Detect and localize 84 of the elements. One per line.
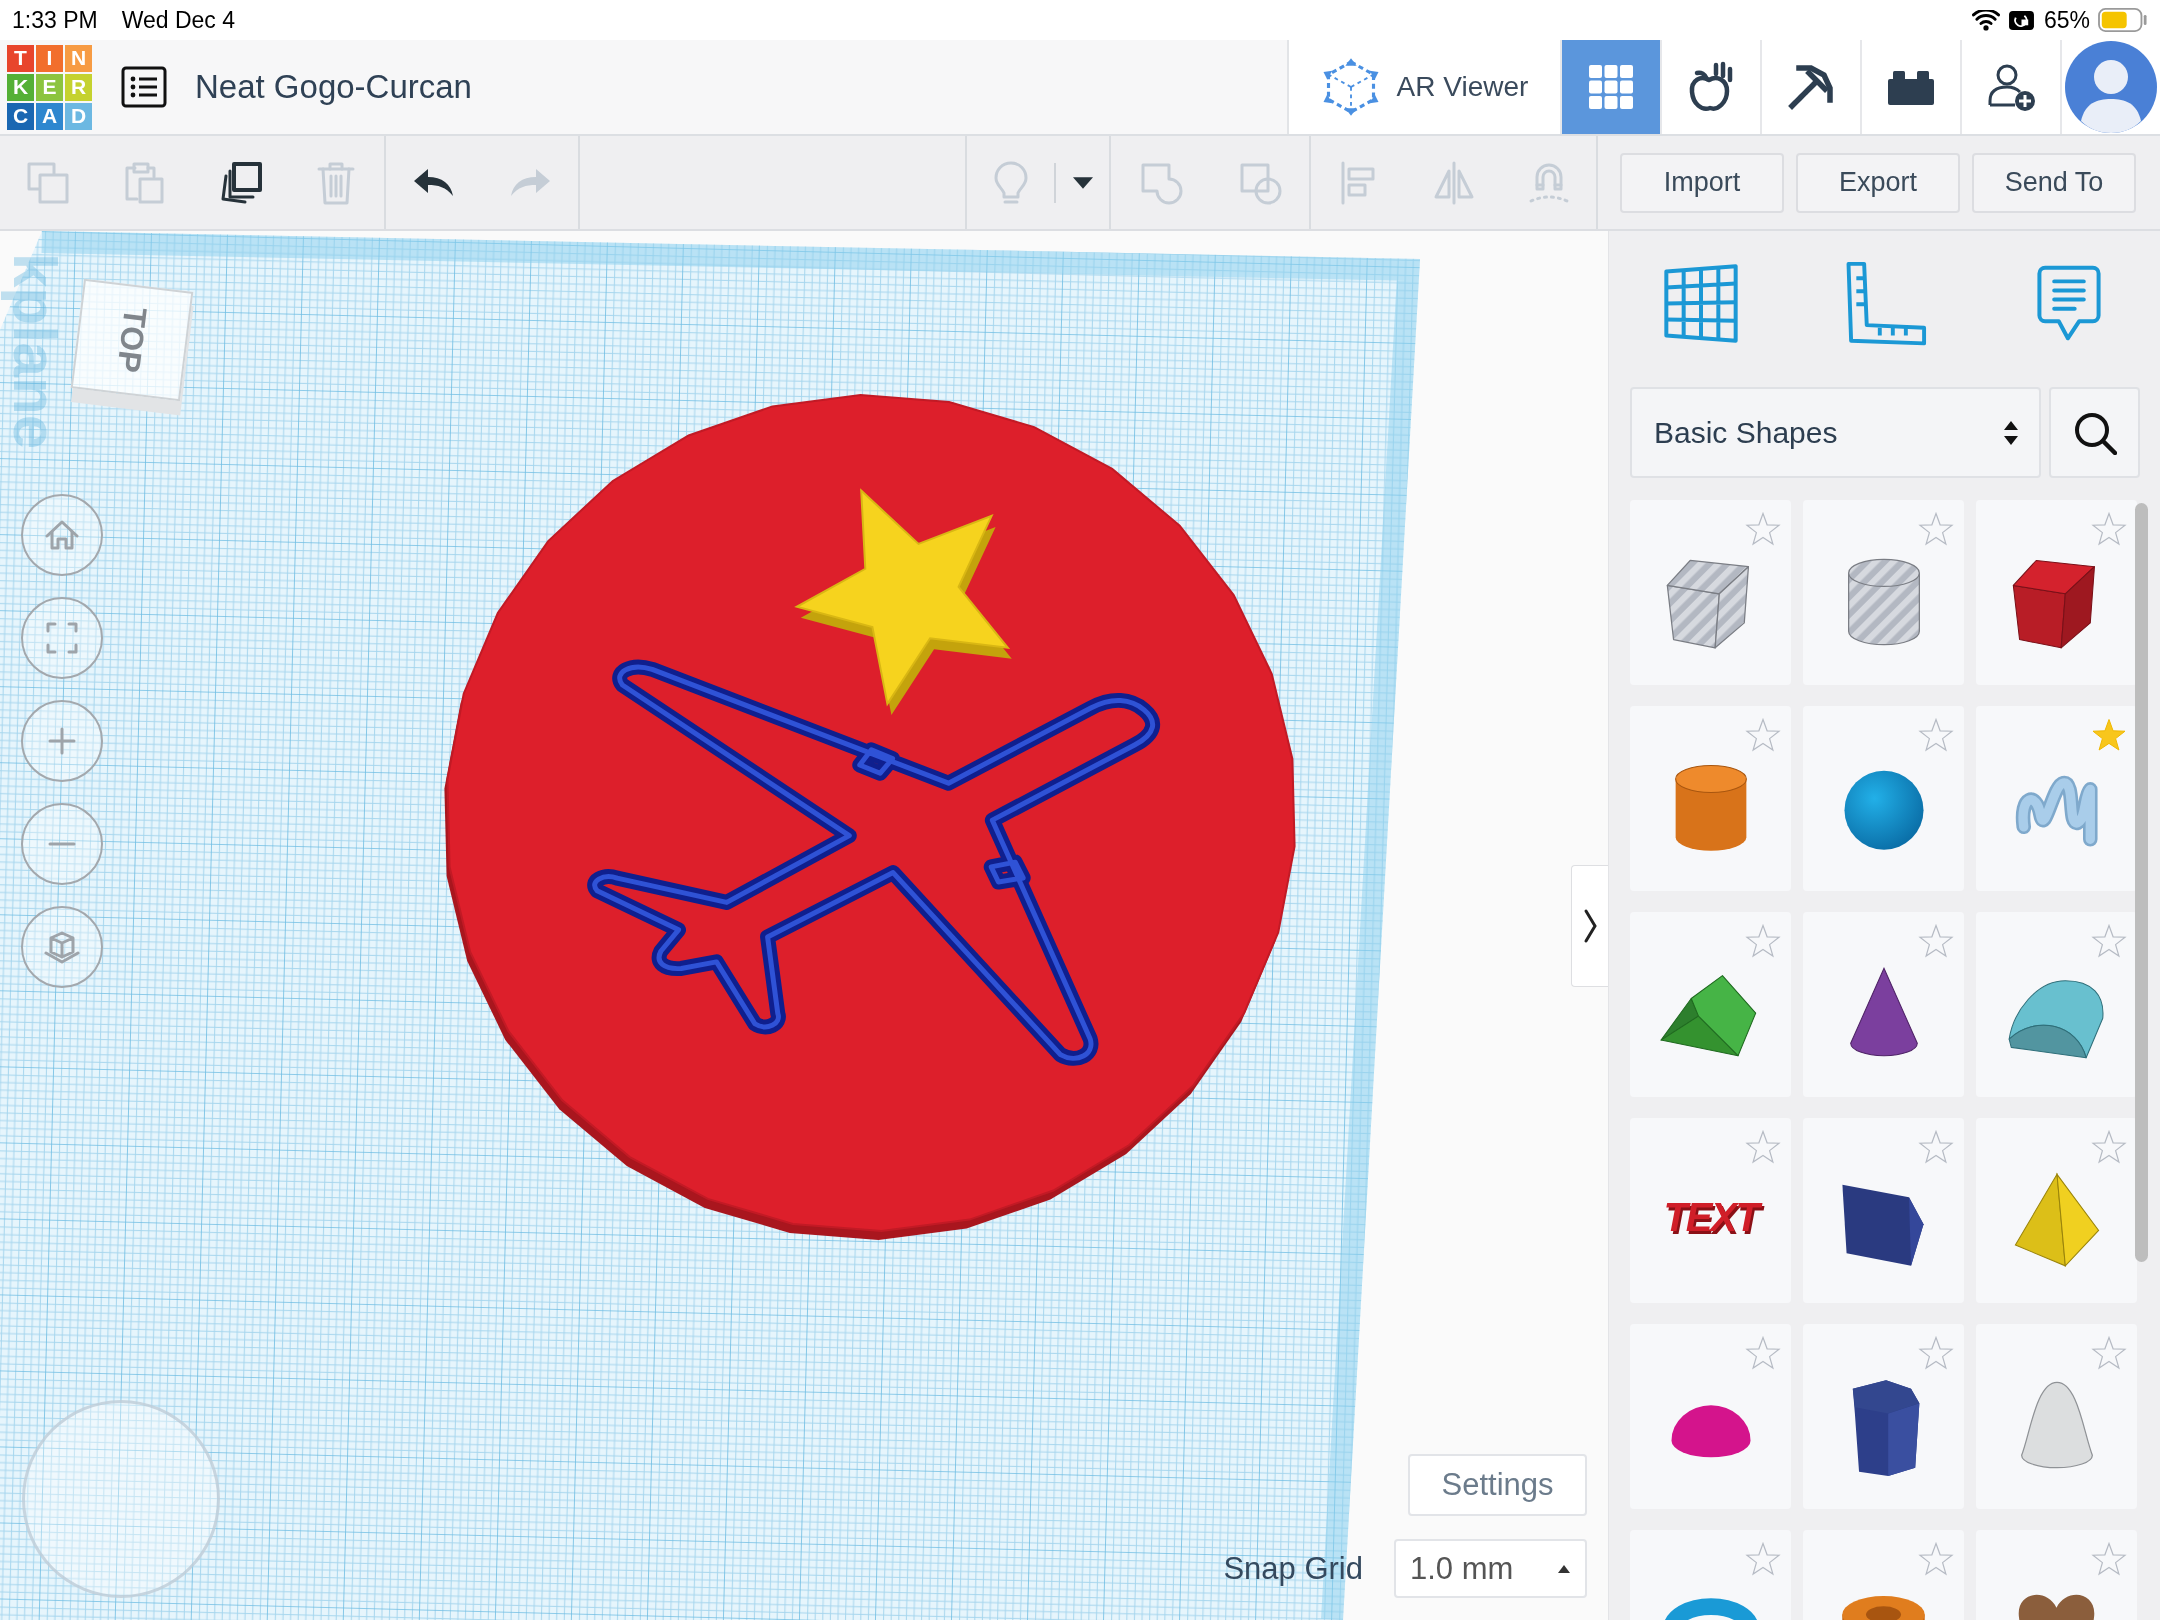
cube-icon <box>44 930 80 964</box>
rotation-lock-icon <box>2007 8 2035 32</box>
view-mode-button[interactable] <box>21 906 103 988</box>
snap-grid-value: 1.0 mm <box>1410 1550 1515 1587</box>
shape-tile[interactable]: TEXT <box>1630 1118 1791 1303</box>
shape-tile[interactable] <box>1803 1118 1964 1303</box>
logo-letter: D <box>65 102 92 130</box>
star-icon[interactable] <box>2091 924 2127 958</box>
shape-tile[interactable] <box>1803 500 1964 685</box>
shape-tile[interactable] <box>1976 706 2137 891</box>
design-list-button[interactable] <box>121 66 167 108</box>
logo-letter: I <box>36 44 63 72</box>
star-icon[interactable] <box>2091 718 2127 752</box>
grid-icon <box>1661 261 1741 345</box>
shape-tile[interactable] <box>1803 912 1964 1097</box>
snap-grid-label: Snap Grid <box>1223 1550 1363 1587</box>
shape-tile[interactable] <box>1803 706 1964 891</box>
star-icon[interactable] <box>1918 1542 1954 1576</box>
panel-toggle-button[interactable] <box>1571 865 1608 987</box>
zoom-out-button[interactable] <box>21 803 103 885</box>
search-icon <box>2072 410 2117 455</box>
toolbar-button[interactable]: Send To <box>1972 152 2136 213</box>
design-title[interactable]: Neat Gogo-Curcan <box>195 68 472 106</box>
orbit-ring[interactable] <box>22 1400 220 1598</box>
shape-tile[interactable] <box>1976 1118 2137 1303</box>
plus-icon <box>48 727 76 755</box>
shape-tile[interactable] <box>1976 912 2137 1097</box>
corner-brackets-icon <box>46 622 78 654</box>
home-icon <box>45 519 79 551</box>
settings-button[interactable]: Settings <box>1408 1454 1587 1516</box>
shape-tile[interactable] <box>1976 500 2137 685</box>
snap-grid-dropdown[interactable]: 1.0 mm <box>1394 1539 1587 1598</box>
star-icon[interactable] <box>1745 924 1781 958</box>
status-date: Wed Dec 4 <box>121 6 235 34</box>
chevron-icon <box>1583 908 1597 944</box>
logo-letter: N <box>65 44 92 72</box>
battery-icon <box>2098 8 2148 32</box>
toolbar-button[interactable]: Import <box>1620 152 1784 213</box>
workplane-label: kplane <box>1 252 70 450</box>
up-down-caret-icon <box>2003 419 2019 446</box>
category-dropdown[interactable]: Basic Shapes <box>1630 387 2041 478</box>
star-icon[interactable] <box>1745 1542 1781 1576</box>
scrollbar-thumb[interactable] <box>2135 503 2148 1262</box>
logo-letter: R <box>65 73 92 101</box>
star-icon[interactable] <box>1918 924 1954 958</box>
logo-letter: T <box>7 44 34 72</box>
list-icon <box>121 66 167 108</box>
logo-letter: E <box>36 73 63 101</box>
zoom-in-button[interactable] <box>21 700 103 782</box>
caret-icon <box>1072 176 1093 189</box>
star-icon[interactable] <box>1745 1130 1781 1164</box>
star-icon[interactable] <box>1918 512 1954 546</box>
star-icon[interactable] <box>1918 1336 1954 1370</box>
battery-percent: 65% <box>2043 6 2090 34</box>
search-button[interactable] <box>2049 387 2140 478</box>
shape-tile[interactable] <box>1630 1324 1791 1509</box>
logo-letter: C <box>7 102 34 130</box>
shape-tile[interactable] <box>1803 1324 1964 1509</box>
star-icon[interactable] <box>2091 1336 2127 1370</box>
shape-tile[interactable] <box>1630 706 1791 891</box>
star-icon[interactable] <box>1918 1130 1954 1164</box>
toolbar-button[interactable]: Export <box>1796 152 1960 213</box>
caret-icon <box>1557 1563 1571 1574</box>
star-icon[interactable] <box>2091 1542 2127 1576</box>
status-time: 1:33 PM <box>12 6 98 34</box>
wifi-icon <box>1971 9 2000 31</box>
category-value: Basic Shapes <box>1654 415 1839 450</box>
speech-bubble-icon <box>2036 263 2102 343</box>
logo-letter: A <box>36 102 63 130</box>
profile-button[interactable] <box>2060 40 2160 134</box>
home-button[interactable] <box>21 494 103 576</box>
star-icon[interactable] <box>1745 718 1781 752</box>
star-icon[interactable] <box>2091 512 2127 546</box>
star-icon[interactable] <box>2091 1130 2127 1164</box>
fit-view-button[interactable] <box>21 597 103 679</box>
minus-icon <box>48 841 76 847</box>
star-icon[interactable] <box>1918 718 1954 752</box>
shape-tile[interactable] <box>1976 1324 2137 1509</box>
star-icon[interactable] <box>1745 1336 1781 1370</box>
star-icon[interactable] <box>1745 512 1781 546</box>
logo-letter: K <box>7 73 34 101</box>
shape-tile[interactable] <box>1630 912 1791 1097</box>
avatar-icon <box>2065 41 2157 133</box>
shape-tile[interactable] <box>1630 500 1791 685</box>
